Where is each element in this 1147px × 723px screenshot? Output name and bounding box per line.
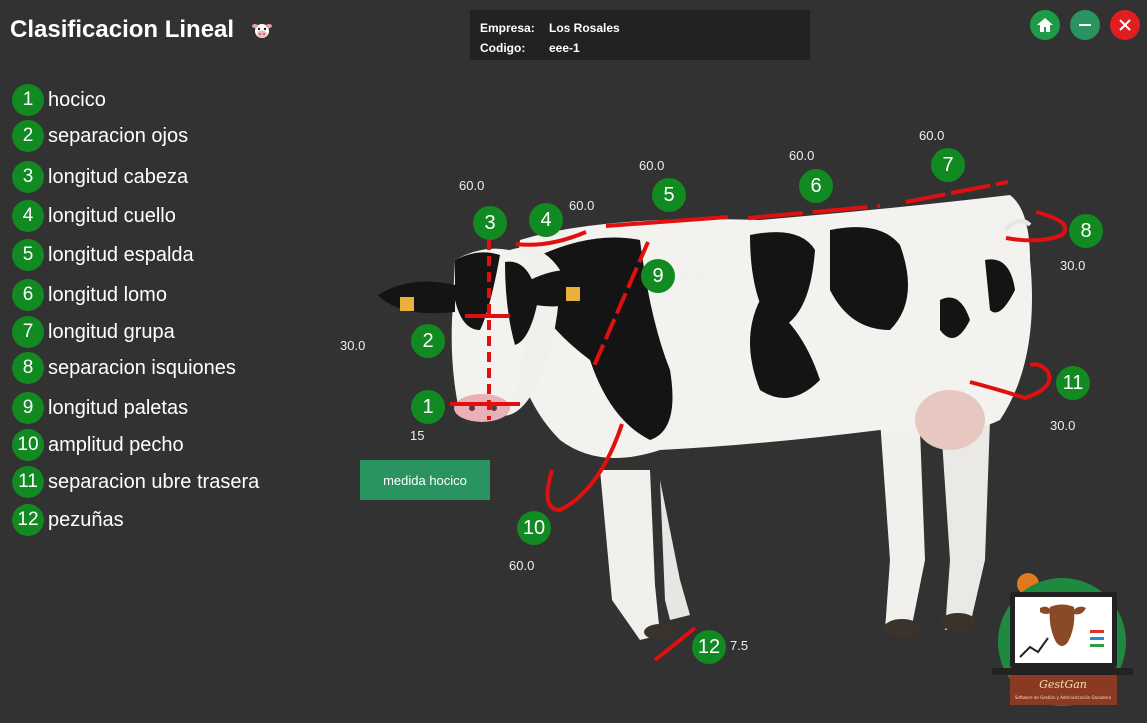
marker-longitud-espalda[interactable]: 5: [652, 178, 686, 212]
marker-separacion-ubre-trasera[interactable]: 11: [1056, 366, 1090, 400]
cow-illustration: [378, 180, 1068, 662]
value-longitud-grupa: 60.0: [919, 128, 945, 143]
value-hocico: 15: [410, 428, 425, 443]
value-longitud-espalda: 60.0: [639, 158, 665, 173]
value-separacion-ojos: 30.0: [340, 338, 366, 353]
value-longitud-lomo: 60.0: [789, 148, 815, 163]
value-separacion-isquiones: 30.0: [1060, 258, 1086, 273]
logo-brand-text: GestGan: [1039, 678, 1087, 691]
value-longitud-cuello: 60.0: [569, 198, 595, 213]
marker-longitud-grupa[interactable]: 7: [931, 148, 965, 182]
logo-tagline-text: Software de Gestión y Administración Gan…: [1015, 695, 1112, 700]
marker-separacion-isquiones[interactable]: 8: [1069, 214, 1103, 248]
value-separacion-ubre-trasera: 30.0: [1050, 418, 1076, 433]
marker-amplitud-pecho[interactable]: 10: [517, 511, 551, 545]
marker-longitud-lomo[interactable]: 6: [799, 169, 833, 203]
value-longitud-cabeza: 60.0: [459, 178, 485, 193]
marker-hocico[interactable]: 1: [411, 390, 445, 424]
measure-button[interactable]: medida hocico: [360, 460, 490, 500]
marker-pezunas[interactable]: 12: [692, 630, 726, 664]
marker-longitud-cuello[interactable]: 4: [529, 203, 563, 237]
marker-separacion-ojos[interactable]: 2: [411, 324, 445, 358]
gestgan-logo: GestGan Software de Gestión y Administra…: [992, 573, 1133, 706]
marker-longitud-paletas[interactable]: 9: [641, 259, 675, 293]
marker-longitud-cabeza[interactable]: 3: [473, 206, 507, 240]
value-longitud-paletas: 60.0: [679, 267, 705, 282]
value-pezunas: 7.5: [730, 638, 749, 653]
value-amplitud-pecho: 60.0: [509, 558, 535, 573]
cow-body: [378, 195, 1032, 640]
